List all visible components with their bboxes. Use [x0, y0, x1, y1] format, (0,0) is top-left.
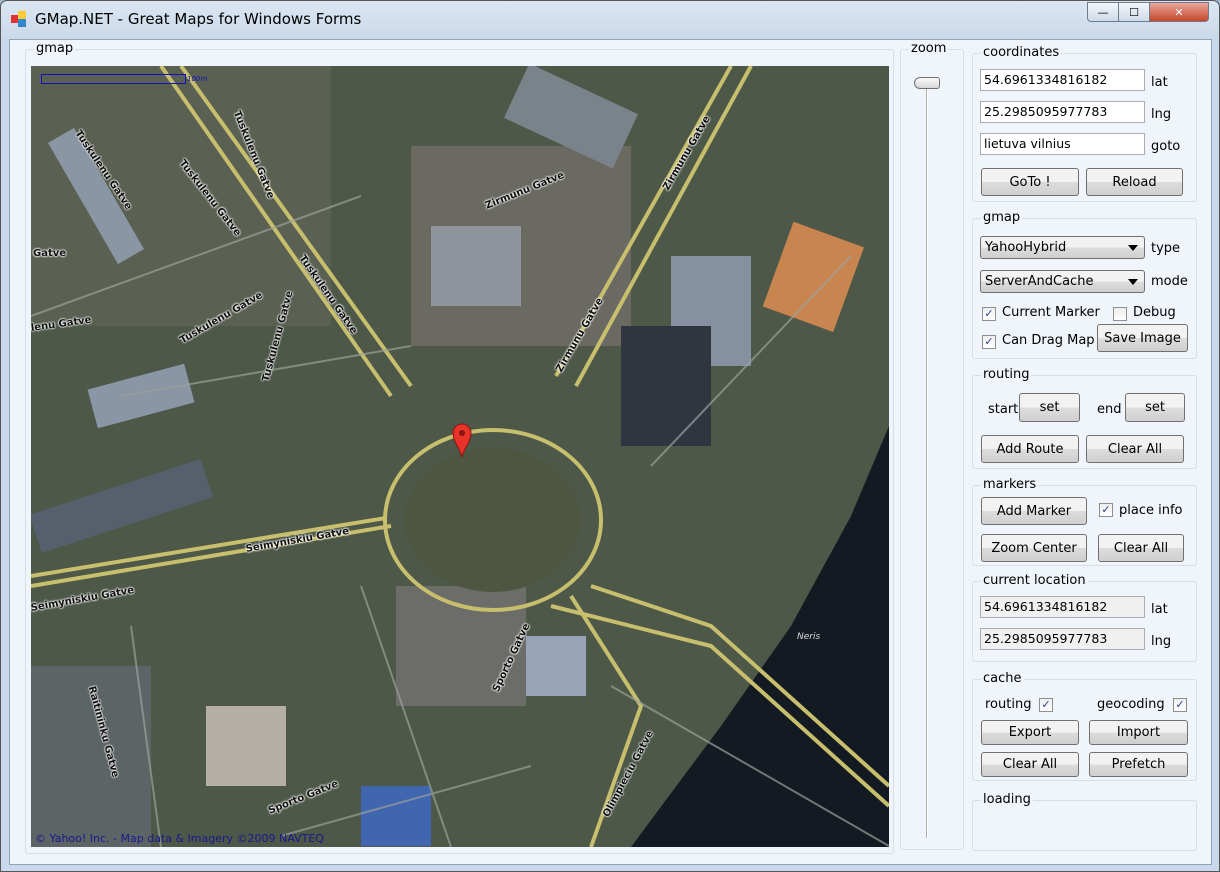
loading-label: loading	[981, 792, 1033, 808]
save-image-button[interactable]: Save Image	[1097, 324, 1188, 352]
map-mode-select[interactable]: ServerAndCache	[980, 270, 1145, 293]
current-lat-field: 54.6961334816182	[980, 596, 1145, 618]
chevron-down-icon	[1128, 279, 1138, 285]
lat-input[interactable]: 54.6961334816182	[980, 69, 1145, 91]
map-scale-label: 100m	[187, 75, 208, 83]
coordinates-label: coordinates	[981, 45, 1062, 61]
lng-input[interactable]: 25.2985095977783	[980, 101, 1145, 123]
markers-label: markers	[981, 477, 1039, 493]
cache-routing-checkbox[interactable]: ✓	[1039, 698, 1053, 712]
start-label: start	[988, 402, 1019, 417]
current-marker-checkbox[interactable]: ✓	[982, 307, 996, 321]
set-end-button[interactable]: set	[1125, 393, 1185, 422]
map-type-select[interactable]: YahooHybrid	[980, 236, 1145, 259]
export-button[interactable]: Export	[981, 720, 1079, 745]
goto-input[interactable]: lietuva vilnius	[980, 133, 1145, 155]
goto-label: goto	[1151, 139, 1181, 154]
clear-routes-button[interactable]: Clear All	[1086, 435, 1184, 463]
place-info-checkbox[interactable]: ✓	[1099, 503, 1113, 517]
lat-label: lat	[1151, 75, 1168, 90]
minimize-button[interactable]: —	[1087, 2, 1119, 22]
river-label: Neris	[797, 632, 821, 642]
map-view[interactable]: 100m Tuskulenu Gatve Tuskulenu Gatve Tus…	[31, 66, 889, 847]
street-label: Gatve	[33, 248, 67, 259]
end-label: end	[1097, 402, 1122, 417]
maximize-button[interactable]: ☐	[1118, 2, 1150, 22]
loading-group: loading	[972, 792, 1197, 851]
zoom-group: zoom	[900, 41, 964, 850]
current-location-label: current location	[981, 573, 1088, 589]
gmap-settings-group: gmap YahooHybrid type ServerAndCache mod…	[972, 210, 1197, 359]
app-window: GMap.NET - Great Maps for Windows Forms …	[0, 0, 1220, 872]
cache-geocoding-label: geocoding	[1097, 697, 1165, 712]
current-lat-label: lat	[1151, 602, 1168, 617]
debug-checkbox[interactable]	[1113, 307, 1127, 321]
current-marker-label: Current Marker	[1002, 305, 1100, 320]
title-bar: GMap.NET - Great Maps for Windows Forms …	[1, 1, 1219, 39]
zoom-label: zoom	[909, 41, 949, 57]
zoom-slider-track[interactable]	[926, 83, 928, 838]
clear-cache-button[interactable]: Clear All	[981, 752, 1079, 777]
gmap-settings-label: gmap	[981, 210, 1023, 226]
zoom-center-button[interactable]: Zoom Center	[981, 534, 1087, 562]
map-mode-value: ServerAndCache	[985, 274, 1094, 289]
mode-label: mode	[1151, 274, 1188, 289]
can-drag-map-checkbox[interactable]: ✓	[982, 335, 996, 349]
cache-routing-label: routing	[985, 697, 1032, 712]
set-start-button[interactable]: set	[1019, 393, 1080, 422]
current-lng-label: lng	[1151, 634, 1172, 649]
close-button[interactable]: ✕	[1149, 2, 1209, 22]
cache-label: cache	[981, 671, 1024, 687]
clear-markers-button[interactable]: Clear All	[1098, 534, 1184, 562]
routing-label: routing	[981, 367, 1032, 383]
lng-label: lng	[1151, 107, 1172, 122]
client-area: gmap 100m Tuskulenu Gatve Tuskulenu Gatv…	[9, 39, 1212, 865]
goto-button[interactable]: GoTo !	[981, 168, 1079, 196]
reload-button[interactable]: Reload	[1086, 168, 1183, 196]
window-title: GMap.NET - Great Maps for Windows Forms	[35, 10, 362, 28]
current-location-group: current location 54.6961334816182 lat 25…	[972, 573, 1197, 662]
map-group-label: gmap	[34, 41, 76, 57]
current-lng-field: 25.2985095977783	[980, 628, 1145, 650]
map-copyright: © Yahoo! Inc. - Map data & Imagery ©2009…	[35, 832, 324, 845]
coordinates-group: coordinates 54.6961334816182 lat 25.2985…	[972, 45, 1197, 202]
app-icon	[11, 11, 27, 27]
type-label: type	[1151, 241, 1181, 256]
routing-group: routing start set end set Add Route Clea…	[972, 367, 1197, 469]
markers-group: markers Add Marker ✓ place info Zoom Cen…	[972, 477, 1197, 566]
zoom-slider-thumb[interactable]	[914, 77, 940, 89]
map-type-value: YahooHybrid	[985, 240, 1067, 255]
map-scale-bar	[41, 74, 186, 84]
map-marker-icon[interactable]	[451, 422, 473, 458]
chevron-down-icon	[1128, 245, 1138, 251]
add-marker-button[interactable]: Add Marker	[981, 497, 1087, 525]
cache-geocoding-checkbox[interactable]: ✓	[1173, 698, 1187, 712]
can-drag-map-label: Can Drag Map	[1002, 333, 1095, 348]
debug-label: Debug	[1133, 305, 1176, 320]
cache-group: cache routing ✓ geocoding ✓ Export Impor…	[972, 671, 1197, 781]
add-route-button[interactable]: Add Route	[981, 435, 1079, 463]
place-info-label: place info	[1119, 503, 1183, 518]
import-button[interactable]: Import	[1089, 720, 1188, 745]
prefetch-button[interactable]: Prefetch	[1089, 752, 1188, 777]
